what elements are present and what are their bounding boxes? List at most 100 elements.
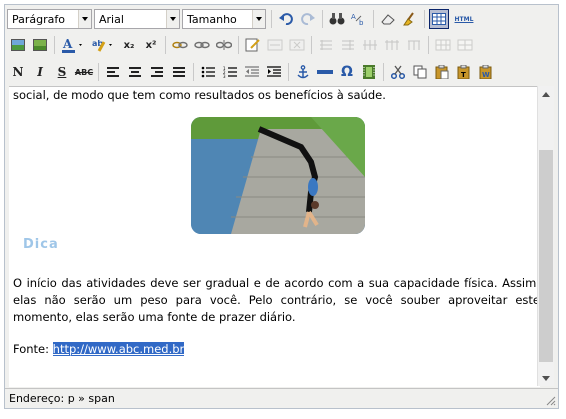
col-after-button[interactable] [382, 35, 402, 55]
replace-icon: Ab [351, 13, 364, 26]
size-select-value: Tamanho [187, 12, 237, 26]
scroll-up-button[interactable] [538, 86, 554, 102]
find-button[interactable] [327, 9, 347, 29]
scroll-down-button[interactable] [538, 370, 554, 386]
bold-button[interactable]: N [8, 62, 28, 82]
toolbar-separator [311, 36, 312, 54]
bold-label: N [12, 65, 24, 79]
align-center-button[interactable] [125, 62, 145, 82]
toolbar-separator [54, 36, 55, 54]
format-select[interactable]: Parágrafo [7, 9, 92, 29]
chain-icon [194, 41, 210, 49]
align-left-button[interactable] [103, 62, 123, 82]
toolbar-separator [428, 36, 429, 54]
toolbar-separator [193, 63, 194, 81]
paragraph-line-2: elas não serão um peso para você. Pelo c… [13, 293, 540, 307]
copy-button[interactable] [410, 62, 430, 82]
subscript-button[interactable]: x₂ [119, 35, 139, 55]
paste-text-button[interactable]: T [454, 62, 474, 82]
html-source-button[interactable]: HTML [451, 9, 477, 29]
table-row-icon [320, 40, 332, 50]
top-paragraph: social, de modo que tem como resultados … [13, 88, 386, 102]
chevron-down-icon [166, 10, 179, 28]
toolbar-separator [98, 63, 99, 81]
cleanup-button[interactable] [400, 9, 420, 29]
paste-text-icon: T [457, 65, 470, 79]
anchor-button[interactable] [293, 62, 313, 82]
remove-hr-button[interactable] [287, 35, 307, 55]
film-icon [363, 65, 375, 79]
insert-link-button[interactable] [192, 35, 212, 55]
redo-button[interactable] [298, 9, 318, 29]
italic-label: I [37, 65, 43, 79]
insert-media-button[interactable] [30, 35, 50, 55]
strikethrough-button[interactable]: ABC [74, 62, 94, 82]
toolbar-separator [383, 63, 384, 81]
subscript-label: x₂ [123, 39, 135, 51]
remove-box-icon [289, 39, 305, 51]
toolbar-separator [288, 63, 289, 81]
merge-cells-icon [435, 39, 451, 51]
table-delete-icon [408, 40, 420, 50]
align-left-icon [107, 67, 119, 77]
edit-css-button[interactable] [243, 35, 263, 55]
paste-word-icon: W [479, 65, 492, 79]
resize-grip-icon[interactable] [544, 394, 556, 406]
numbered-list-button[interactable]: 123 [220, 62, 240, 82]
yoga-photo [191, 117, 365, 234]
visual-aid-button[interactable] [429, 9, 449, 29]
superscript-button[interactable]: x² [141, 35, 161, 55]
svg-text:b: b [359, 19, 364, 26]
row-after-button[interactable] [338, 35, 358, 55]
highlight-color-button[interactable]: ab [89, 35, 117, 55]
image-icon [11, 39, 25, 51]
merge-cells-button[interactable] [433, 35, 453, 55]
remove-format-button[interactable] [378, 9, 398, 29]
scroll-thumb[interactable] [539, 150, 553, 362]
redo-icon [301, 13, 315, 25]
font-select[interactable]: Arial [94, 9, 180, 29]
size-select[interactable]: Tamanho [182, 9, 266, 29]
underline-button[interactable]: S [52, 62, 72, 82]
delete-col-button[interactable] [404, 35, 424, 55]
bullet-list-button[interactable] [198, 62, 218, 82]
text-color-button[interactable]: A [59, 35, 87, 55]
unlink-button[interactable] [214, 35, 234, 55]
outdent-button[interactable] [242, 62, 262, 82]
photo-image [191, 117, 365, 234]
toolbar-row-2: A ab x₂ x² [7, 33, 476, 57]
rich-text-editor: Parágrafo Arial Tamanho Ab HTML A ab x₂ … [4, 4, 559, 409]
eraser-icon [381, 14, 395, 25]
source-link[interactable]: http://www.abc.med.br [52, 342, 185, 356]
col-before-button[interactable] [360, 35, 380, 55]
insert-image-button[interactable] [8, 35, 28, 55]
toolbar-separator [322, 10, 323, 28]
align-justify-button[interactable] [169, 62, 189, 82]
insert-video-button[interactable] [359, 62, 379, 82]
editor-content[interactable]: social, de modo que tem como resultados … [9, 86, 540, 387]
cut-button[interactable] [388, 62, 408, 82]
html-source-label: HTML [454, 15, 474, 23]
split-cells-button[interactable] [455, 35, 475, 55]
indent-icon [267, 66, 281, 77]
paste-button[interactable] [432, 62, 452, 82]
status-bar: Endereço: p » span [5, 388, 558, 408]
special-char-button[interactable]: Ω [337, 62, 357, 82]
clipboard-icon [435, 65, 449, 79]
font-select-value: Arial [99, 12, 124, 26]
toolbar-separator [165, 36, 166, 54]
horizontal-line-button[interactable] [315, 62, 335, 82]
replace-button[interactable]: Ab [349, 9, 369, 29]
highlight-icon: ab [92, 39, 112, 52]
indent-button[interactable] [264, 62, 284, 82]
insert-hr-button[interactable] [265, 35, 285, 55]
undo-button[interactable] [276, 9, 296, 29]
source-line: Fonte: http://www.abc.med.br [13, 341, 185, 358]
vertical-scrollbar[interactable] [537, 86, 554, 386]
anchor-link-button[interactable] [170, 35, 190, 55]
row-before-button[interactable] [316, 35, 336, 55]
paste-word-button[interactable]: W [476, 62, 496, 82]
align-right-button[interactable] [147, 62, 167, 82]
edit-icon [245, 38, 260, 52]
italic-button[interactable]: I [30, 62, 50, 82]
